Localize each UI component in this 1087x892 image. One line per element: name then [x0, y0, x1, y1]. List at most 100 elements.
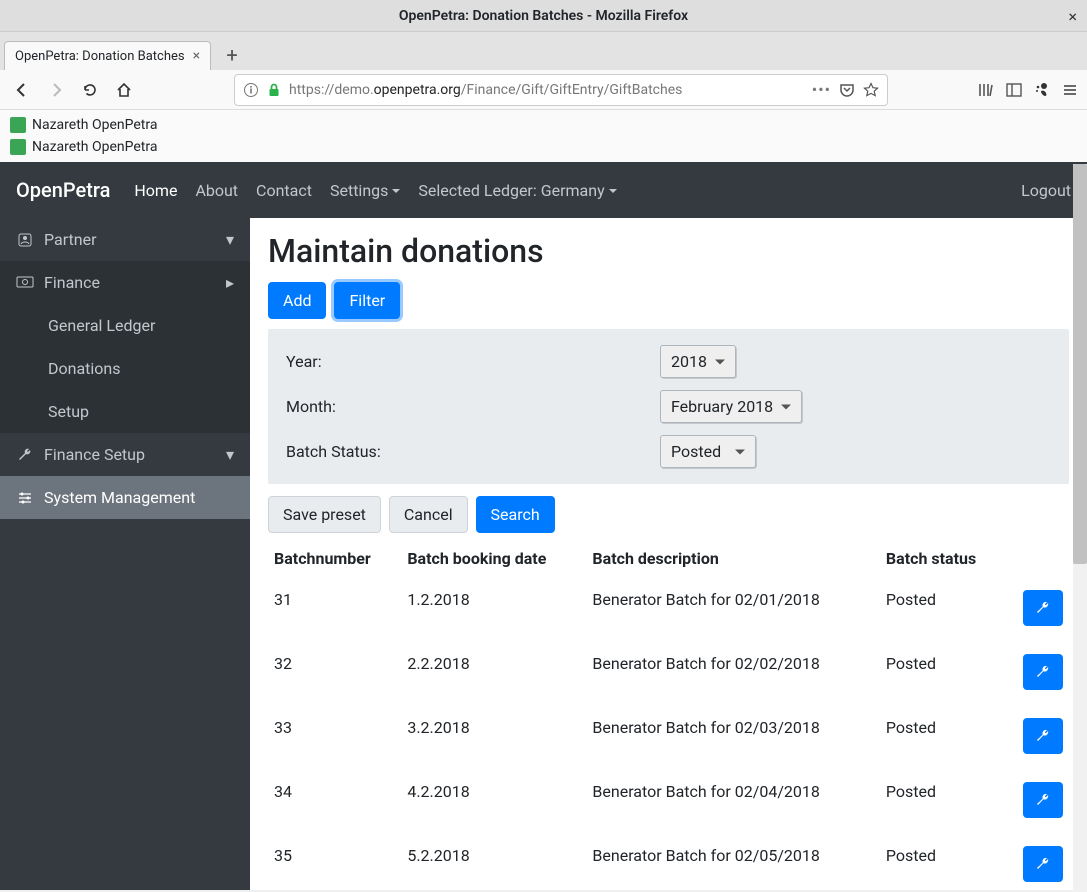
cell-batchnumber: 32 [268, 640, 401, 704]
bookmark-item[interactable]: Nazareth OpenPetra [8, 114, 1079, 136]
cell-status: Posted [880, 640, 1005, 704]
cell-status: Posted [880, 832, 1005, 890]
sidebar-icon[interactable] [1005, 81, 1023, 99]
forward-button[interactable] [42, 76, 70, 104]
scrollbar-thumb[interactable] [1073, 164, 1087, 564]
hamburger-menu-icon[interactable] [1061, 81, 1079, 99]
back-button[interactable] [8, 76, 36, 104]
cell-status: Posted [880, 576, 1005, 640]
nav-settings[interactable]: Settings [330, 181, 400, 200]
money-icon [16, 274, 34, 292]
arrow-left-icon [14, 82, 30, 98]
tab-close-icon[interactable]: × [193, 48, 200, 64]
bookmarks-bar: Nazareth OpenPetra Nazareth OpenPetra [0, 110, 1087, 162]
caret-down-icon: ▾ [226, 230, 234, 249]
row-action-button[interactable] [1023, 590, 1063, 626]
pocket-icon[interactable] [839, 82, 855, 98]
nav-home[interactable]: Home [134, 181, 177, 200]
row-action-button[interactable] [1023, 718, 1063, 754]
search-button[interactable]: Search [476, 496, 555, 533]
cell-batchnumber: 35 [268, 832, 401, 890]
new-tab-button[interactable]: + [217, 40, 247, 70]
url-text: https://demo.openpetra.org/Finance/Gift/… [289, 82, 804, 98]
cell-booking-date: 2.2.2018 [401, 640, 586, 704]
row-action-button[interactable] [1023, 654, 1063, 690]
year-label: Year: [286, 352, 660, 371]
lock-icon[interactable] [267, 83, 281, 97]
cell-description: Benerator Batch for 02/04/2018 [586, 768, 880, 832]
cell-booking-date: 4.2.2018 [401, 768, 586, 832]
sidebar-item-system-management[interactable]: System Management [0, 476, 250, 519]
col-booking-date: Batch booking date [401, 541, 586, 576]
filter-button[interactable]: Filter [334, 282, 400, 319]
tab-title: OpenPetra: Donation Batches [15, 49, 185, 64]
sidebar-label: Finance Setup [44, 445, 145, 464]
cell-booking-date: 5.2.2018 [401, 832, 586, 890]
sidebar-item-finance[interactable]: Finance ▸ [0, 261, 250, 304]
sidebar-label: Donations [48, 359, 121, 378]
window-title: OpenPetra: Donation Batches - Mozilla Fi… [399, 8, 688, 24]
nav-logout[interactable]: Logout [1021, 181, 1071, 200]
cell-booking-date: 3.2.2018 [401, 704, 586, 768]
page-actions-icon[interactable]: ••• [812, 80, 831, 99]
browser-tab[interactable]: OpenPetra: Donation Batches × [4, 41, 211, 70]
cell-description: Benerator Batch for 02/01/2018 [586, 576, 880, 640]
cell-description: Benerator Batch for 02/02/2018 [586, 640, 880, 704]
sidebar-item-donations[interactable]: Donations [0, 347, 250, 390]
reload-icon [82, 82, 98, 98]
nav-contact[interactable]: Contact [256, 181, 312, 200]
save-preset-button[interactable]: Save preset [268, 496, 381, 533]
batch-status-value: Posted [671, 442, 721, 461]
url-bar[interactable]: https://demo.openpetra.org/Finance/Gift/… [234, 74, 888, 106]
batch-status-label: Batch Status: [286, 442, 660, 461]
window-titlebar: OpenPetra: Donation Batches - Mozilla Fi… [0, 0, 1087, 32]
brand[interactable]: OpenPetra [16, 178, 110, 202]
nav-selected-ledger[interactable]: Selected Ledger: Germany [418, 181, 616, 200]
month-select[interactable]: February 2018 [660, 390, 802, 423]
cell-batchnumber: 31 [268, 576, 401, 640]
cell-status: Posted [880, 768, 1005, 832]
reload-button[interactable] [76, 76, 104, 104]
cancel-button[interactable]: Cancel [389, 496, 468, 533]
batches-table: Batchnumber Batch booking date Batch des… [268, 541, 1069, 890]
sidebar-item-setup[interactable]: Setup [0, 390, 250, 433]
user-icon [16, 231, 34, 249]
home-button[interactable] [110, 76, 138, 104]
library-icon[interactable] [977, 81, 995, 99]
wrench-icon [1034, 791, 1052, 809]
gnome-foot-icon[interactable] [1033, 81, 1051, 99]
arrow-right-icon [48, 82, 64, 98]
wrench-icon [1034, 727, 1052, 745]
cell-batchnumber: 33 [268, 704, 401, 768]
cell-description: Benerator Batch for 02/05/2018 [586, 832, 880, 890]
bookmark-favicon-icon [10, 117, 26, 133]
sidebar-label: Setup [48, 402, 89, 421]
info-icon[interactable] [243, 82, 259, 98]
nav-about[interactable]: About [195, 181, 238, 200]
row-action-button[interactable] [1023, 782, 1063, 818]
bookmark-star-icon[interactable] [863, 82, 879, 98]
month-value: February 2018 [671, 397, 773, 416]
wrench-icon [1034, 663, 1052, 681]
sidebar-item-partner[interactable]: Partner ▾ [0, 218, 250, 261]
sidebar-item-finance-setup[interactable]: Finance Setup ▾ [0, 433, 250, 476]
cell-status: Posted [880, 704, 1005, 768]
row-action-button[interactable] [1023, 846, 1063, 882]
filter-panel: Year: 2018 Month: February 2018 Batch St… [268, 329, 1069, 484]
cell-batchnumber: 34 [268, 768, 401, 832]
window-close-icon[interactable]: × [1068, 7, 1077, 26]
add-button[interactable]: Add [268, 282, 326, 319]
bookmark-item[interactable]: Nazareth OpenPetra [8, 136, 1079, 158]
col-status: Batch status [880, 541, 1005, 576]
year-select[interactable]: 2018 [660, 345, 736, 378]
table-row: 344.2.2018Benerator Batch for 02/04/2018… [268, 768, 1069, 832]
sidebar-label: System Management [44, 488, 195, 507]
year-value: 2018 [671, 352, 707, 371]
browser-tabstrip: OpenPetra: Donation Batches × + [0, 32, 1087, 70]
caret-right-icon: ▸ [226, 273, 234, 292]
wrench-icon [1034, 855, 1052, 873]
batch-status-select[interactable]: Posted [660, 435, 756, 468]
page-title: Maintain donations [268, 232, 1069, 270]
sliders-icon [16, 489, 34, 507]
sidebar-item-general-ledger[interactable]: General Ledger [0, 304, 250, 347]
